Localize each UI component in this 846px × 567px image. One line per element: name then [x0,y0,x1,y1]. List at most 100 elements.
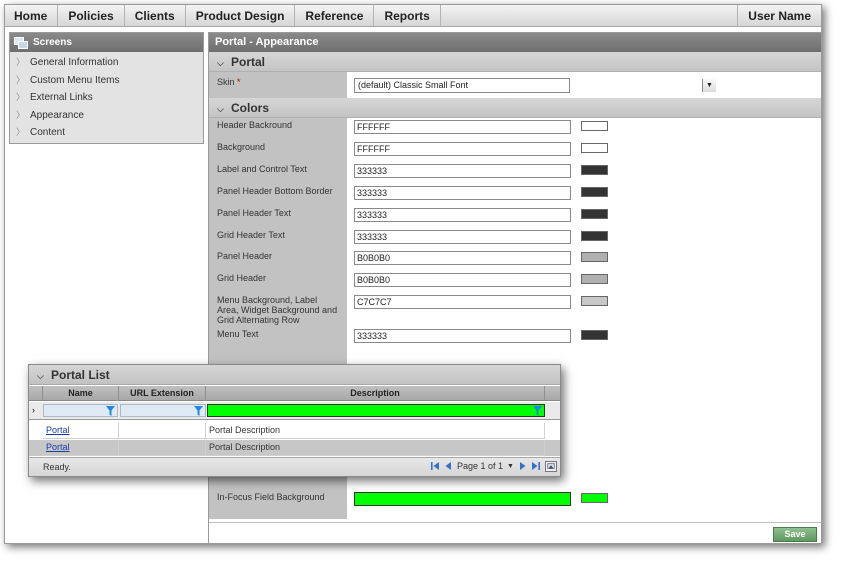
colors-section-header[interactable]: ⌵ Colors [209,98,821,118]
skin-select[interactable]: (default) Classic Small Font ▼ [354,78,716,93]
column-header-description[interactable]: Description [206,386,545,401]
filter-icon[interactable] [533,406,542,416]
save-button[interactable]: Save [773,527,817,542]
grid-filter-row: › [29,402,560,420]
in-focus-field[interactable] [354,492,571,506]
name-cell: Portal [43,423,119,439]
color-hex-input[interactable]: C7C7C7 [354,295,571,309]
filter-icon[interactable] [194,406,203,416]
color-hex-input[interactable]: 333333 [354,230,571,244]
first-page-icon[interactable] [431,461,440,471]
chevron-right-icon: 〉 [16,109,26,120]
url-extension-cell [119,440,206,456]
screens-item-label: External Links [30,92,93,103]
description-cell: Portal Description [206,440,545,456]
color-label: Panel Header Bottom Border [217,186,333,196]
screens-panel-header: Screens [10,33,203,52]
portal-link[interactable]: Portal [46,425,70,435]
pager-text: Page 1 of 1 [457,461,504,471]
menu-product-design[interactable]: Product Design [186,5,296,26]
table-row[interactable]: Portal Portal Description [29,440,560,456]
dropdown-arrow-icon[interactable]: ▼ [702,79,716,92]
user-name-menu[interactable]: User Name [737,5,821,27]
screens-panel-title: Screens [33,37,72,48]
colors-section-title: Colors [231,101,270,115]
url-filter-input[interactable] [120,404,206,417]
screens-item-external-links[interactable]: 〉 External Links [10,89,203,107]
chevron-down-icon: ⌵ [217,58,224,68]
row-indicator-icon: › [32,405,35,415]
portal-list-window: ⌵ Portal List Name URL Extension Descript… [28,364,561,477]
grid-header-spacer [29,386,43,401]
chevron-down-icon: ⌵ [217,104,224,114]
last-page-icon[interactable] [531,461,540,471]
export-icon[interactable] [545,461,557,472]
column-header-url-extension[interactable]: URL Extension [119,386,206,401]
color-hex-input[interactable]: FFFFFF [354,120,571,134]
color-label: Menu Text [217,329,259,339]
color-label: Label and Control Text [217,164,307,174]
next-page-icon[interactable] [518,461,527,471]
chevron-right-icon: 〉 [16,74,26,85]
color-swatch[interactable] [581,187,608,197]
color-swatch[interactable] [581,143,608,153]
skin-select-value: (default) Classic Small Font [358,80,469,90]
color-hex-input[interactable]: 333333 [354,186,571,200]
screens-item-label: Appearance [30,109,84,121]
color-swatch[interactable] [581,165,608,175]
skin-row: Skin * (default) Classic Small Font ▼ [209,72,821,98]
color-swatch[interactable] [581,274,608,284]
color-hex-input[interactable]: B0B0B0 [354,273,571,287]
color-swatch[interactable] [581,121,608,131]
menu-home[interactable]: Home [5,5,59,26]
column-header-name[interactable]: Name [43,386,119,401]
menu-reference[interactable]: Reference [295,5,375,26]
required-marker: * [237,77,241,87]
color-label: Menu Background, Label Area, Widget Back… [217,295,338,325]
color-hex-input[interactable]: 333333 [354,329,571,343]
name-filter-input[interactable] [43,404,118,417]
table-row[interactable]: Portal Portal Description [29,423,560,439]
color-hex-input[interactable]: 333333 [354,208,571,222]
color-hex-input[interactable]: FFFFFF [354,142,571,156]
in-focus-label: In-Focus Field Background [217,492,325,502]
skin-label: Skin * [217,77,343,87]
color-swatch[interactable] [581,330,608,340]
color-swatch[interactable] [581,296,608,306]
portal-list-header[interactable]: ⌵ Portal List [29,365,560,385]
in-focus-swatch[interactable] [581,493,608,503]
portal-section-header[interactable]: ⌵ Portal [209,52,821,72]
screens-icon [14,36,28,49]
screens-item-general-information[interactable]: 〉 General Information [10,54,203,72]
color-hex-input[interactable]: 333333 [354,164,571,178]
color-label: Panel Header Text [217,208,291,218]
screens-panel: Screens 〉 General Information 〉 Custom Men… [9,32,204,144]
previous-page-icon[interactable] [444,461,453,471]
chevron-right-icon: 〉 [16,127,26,137]
menu-reports[interactable]: Reports [374,5,441,26]
screens-list: 〉 General Information 〉 Custom Menu Items … [10,52,203,143]
page-title: Portal - Appearance [209,33,821,52]
color-swatch[interactable] [581,209,608,219]
description-cell: Portal Description [206,423,545,439]
url-extension-cell [119,423,206,439]
screens-item-appearance[interactable]: 〉 Appearance [10,107,203,125]
skin-label-text: Skin [217,77,235,87]
color-hex-input[interactable]: B0B0B0 [354,251,571,265]
color-swatch[interactable] [581,252,608,262]
app-window: Home Policies Clients Product Design Ref… [4,4,822,544]
description-filter-input[interactable] [207,404,545,417]
chevron-down-icon: ⌵ [37,371,44,381]
screens-item-content[interactable]: 〉 Content [10,124,203,142]
portal-link[interactable]: Portal [46,442,70,452]
menu-clients[interactable]: Clients [125,5,186,26]
color-swatch[interactable] [581,231,608,241]
portal-section-title: Portal [231,55,266,69]
status-text: Ready. [43,462,71,472]
portal-list-title: Portal List [51,368,110,382]
filter-icon[interactable] [106,406,115,416]
chevron-down-icon[interactable]: ▼ [507,463,514,470]
color-label: Panel Header [217,251,273,261]
screens-item-custom-menu-items[interactable]: 〉 Custom Menu Items [10,72,203,90]
menu-policies[interactable]: Policies [58,5,125,26]
